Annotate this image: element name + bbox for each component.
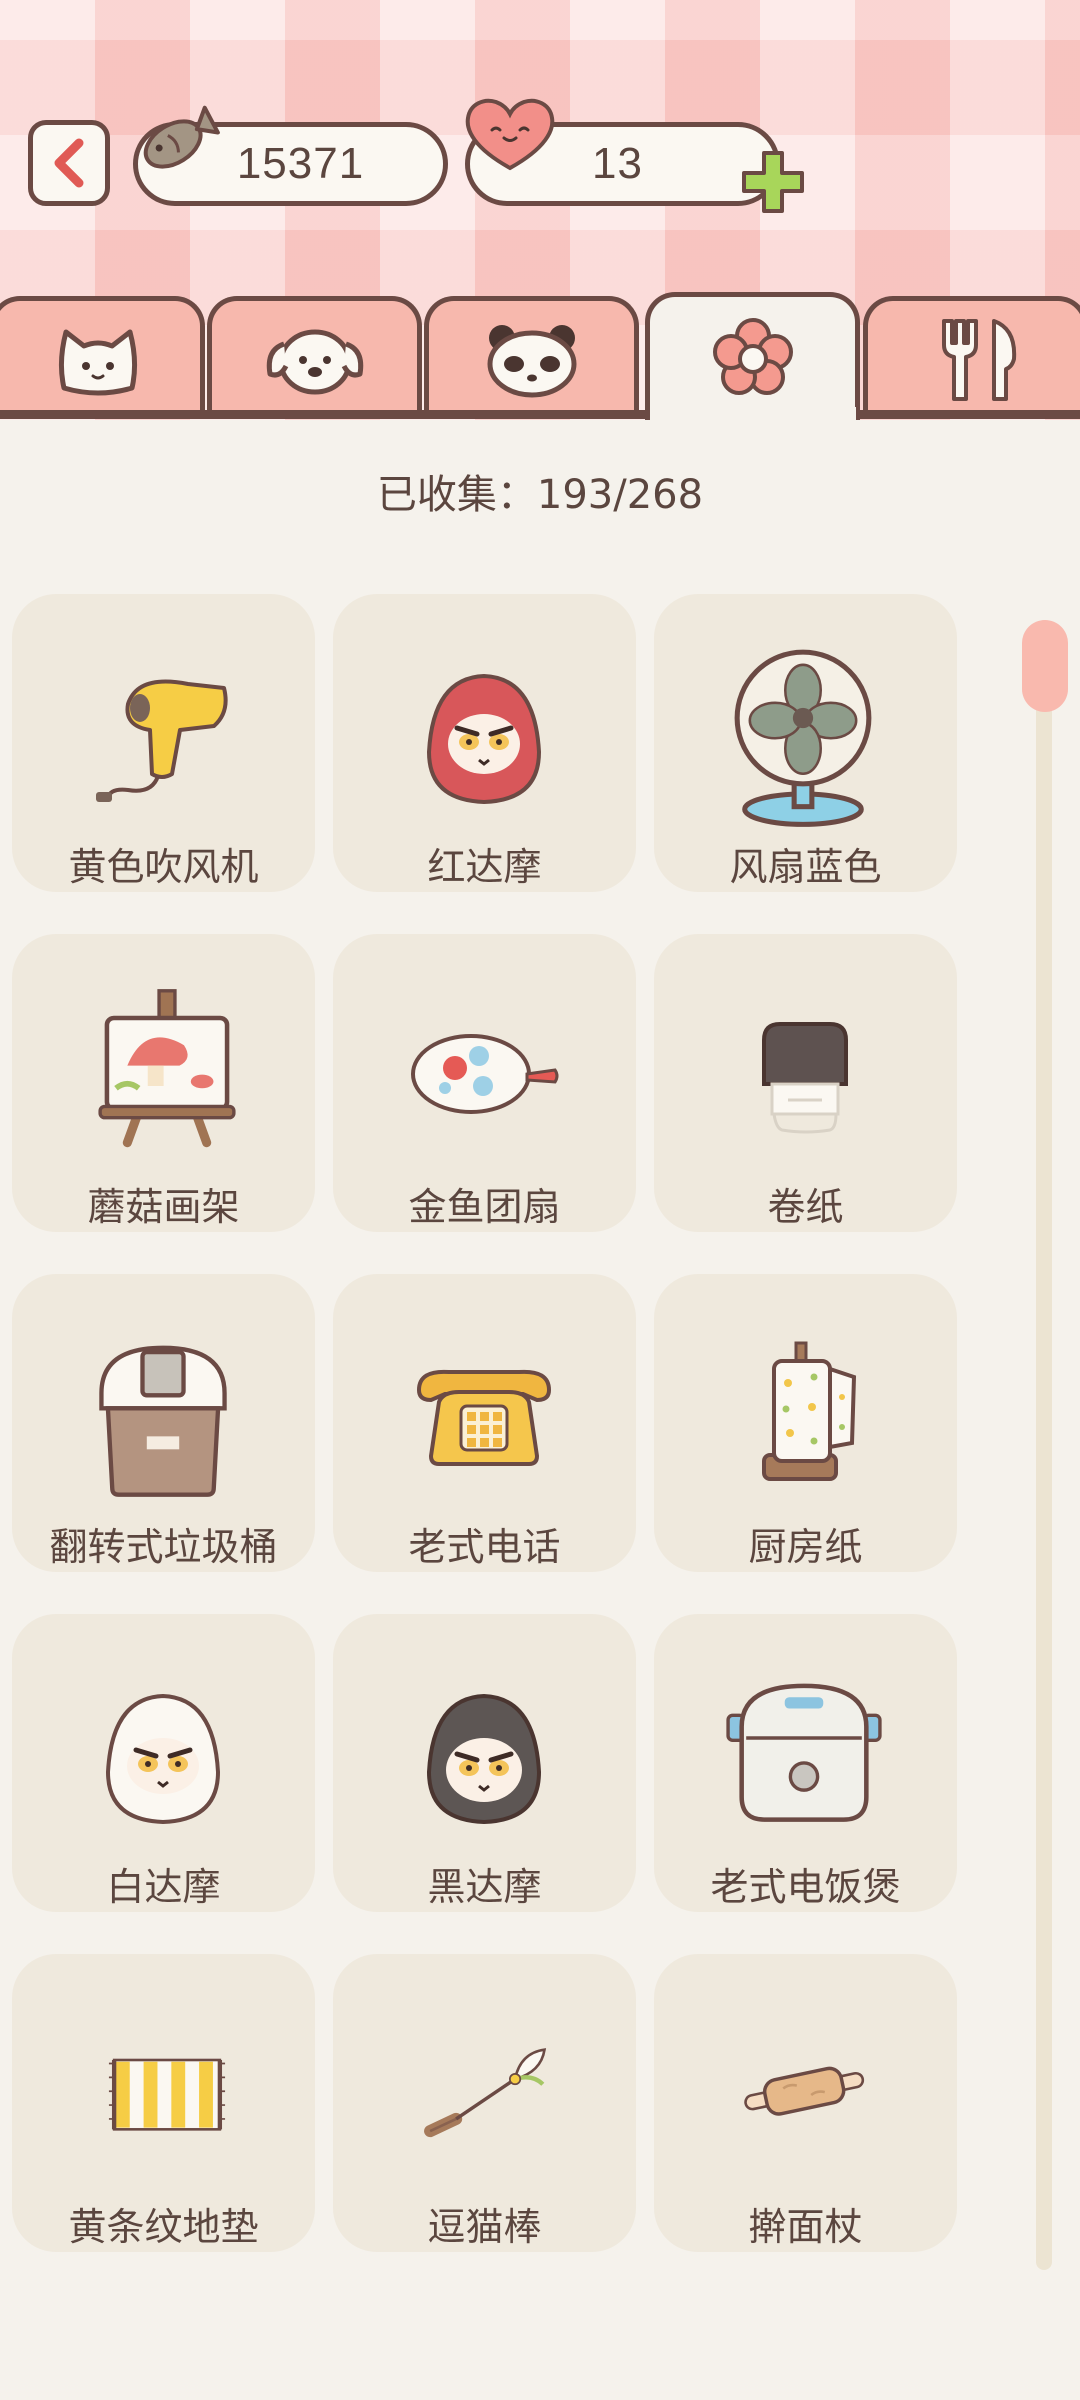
- item-name: 厨房纸: [748, 1525, 863, 1569]
- item-name: 黄色吹风机: [68, 845, 259, 889]
- item-name: 风扇蓝色: [729, 845, 882, 889]
- item-card[interactable]: 翻转式垃圾桶: [12, 1274, 315, 1572]
- fish-currency-icon: [143, 105, 220, 169]
- item-name: 翻转式垃圾桶: [49, 1525, 278, 1569]
- rolling-pin-icon: [744, 2066, 865, 2116]
- toilet-paper-icon: [762, 1022, 848, 1134]
- heart-count: 13: [592, 139, 643, 188]
- red-daruma-icon: [426, 673, 542, 805]
- collection-progress: 已收集：193/268: [376, 472, 704, 518]
- cat-teaser-icon: [424, 2048, 547, 2138]
- active-tab-gap: [650, 407, 856, 422]
- scrollbar-thumb[interactable]: [1022, 620, 1068, 712]
- item-name: 逗猫棒: [427, 2205, 542, 2249]
- tab-dog[interactable]: [207, 296, 422, 418]
- hair-dryer-icon: [96, 679, 228, 802]
- item-card[interactable]: 卷纸: [654, 934, 957, 1232]
- item-card[interactable]: 擀面杖: [654, 1954, 957, 2252]
- item-name: 红达摩: [427, 845, 542, 889]
- item-card[interactable]: 蘑菇画架: [12, 934, 315, 1232]
- item-card[interactable]: 黄色吹风机: [12, 594, 315, 892]
- scrollbar-track[interactable]: [1036, 620, 1052, 2270]
- fork-knife-icon: [941, 318, 1016, 401]
- old-phone-icon: [416, 1369, 552, 1466]
- item-name: 卷纸: [767, 1185, 844, 1229]
- dog-icon: [266, 329, 363, 394]
- kitchen-paper-icon: [762, 1341, 857, 1481]
- tab-panda[interactable]: [424, 296, 639, 418]
- item-card[interactable]: 老式电饭煲: [654, 1614, 957, 1912]
- panda-icon: [487, 324, 576, 397]
- mushroom-easel-icon: [98, 989, 236, 1148]
- category-tabs: [0, 292, 1080, 420]
- black-daruma-icon: [426, 1693, 542, 1825]
- white-daruma-icon: [105, 1693, 221, 1825]
- fish-count: 15371: [236, 139, 365, 188]
- flower-icon: [712, 317, 793, 395]
- back-arrow-icon: [54, 138, 84, 188]
- blue-fan-icon: [734, 649, 872, 827]
- tab-cat[interactable]: [0, 296, 205, 418]
- item-card[interactable]: 厨房纸: [654, 1274, 957, 1572]
- plus-icon[interactable]: [738, 147, 808, 217]
- tabs-divider: [0, 410, 1080, 419]
- cat-icon: [58, 329, 137, 395]
- item-name: 老式电话: [408, 1525, 561, 1569]
- item-card[interactable]: 金鱼团扇: [333, 934, 636, 1232]
- item-name: 白达摩: [106, 1865, 221, 1909]
- item-name: 黑达摩: [427, 1865, 542, 1909]
- item-card[interactable]: 黄条纹地垫: [12, 1954, 315, 2252]
- item-card[interactable]: 白达摩: [12, 1614, 315, 1912]
- item-card[interactable]: 风扇蓝色: [654, 594, 957, 892]
- item-name: 黄条纹地垫: [68, 2205, 259, 2249]
- tab-flower[interactable]: [645, 292, 860, 420]
- trash-bin-icon: [99, 1345, 227, 1497]
- heart-currency-icon: [465, 98, 555, 171]
- item-card[interactable]: 老式电话: [333, 1274, 636, 1572]
- striped-mat-icon: [108, 2058, 226, 2131]
- rice-cooker-icon: [726, 1683, 882, 1822]
- item-name: 金鱼团扇: [408, 1185, 561, 1229]
- item-name: 蘑菇画架: [87, 1185, 240, 1229]
- goldfish-fan-icon: [411, 1034, 559, 1114]
- back-button[interactable]: [28, 120, 110, 206]
- item-card[interactable]: 逗猫棒: [333, 1954, 636, 2252]
- tab-food[interactable]: [863, 296, 1080, 418]
- item-card[interactable]: 黑达摩: [333, 1614, 636, 1912]
- item-card[interactable]: 红达摩: [333, 594, 636, 892]
- item-name: 擀面杖: [748, 2205, 863, 2249]
- item-name: 老式电饭煲: [710, 1865, 901, 1909]
